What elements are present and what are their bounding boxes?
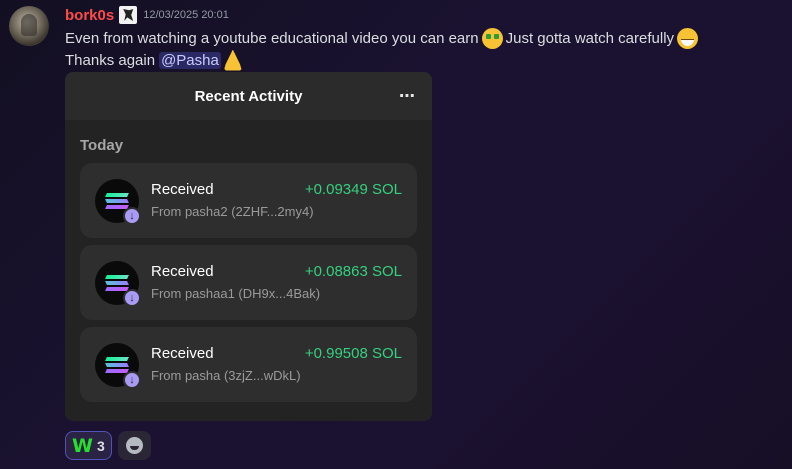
card-header: Recent Activity ⋯	[65, 72, 432, 120]
user-mention[interactable]: @Pasha	[159, 51, 221, 69]
activity-title: Received	[151, 263, 214, 280]
money-mouth-face-emoji-icon	[481, 27, 503, 49]
activity-title: Received	[151, 181, 214, 198]
w-emoji-icon: W	[72, 434, 93, 457]
message-line-2: Thanks again @Pasha	[65, 49, 245, 71]
message-text-part-1: Even from watching a youtube educational…	[65, 29, 479, 47]
activity-row: ↓ Received +0.99508 SOL From pasha (3zjZ…	[80, 327, 417, 402]
received-arrow-icon: ↓	[123, 289, 141, 307]
message-text-part-2: Just gotta watch carefully	[505, 29, 675, 47]
activity-row: ↓ Received +0.09349 SOL From pasha2 (2ZH…	[80, 163, 417, 238]
reaction-count: 3	[96, 437, 105, 454]
activity-row: ↓ Received +0.08863 SOL From pashaa1 (DH…	[80, 245, 417, 320]
recent-activity-screenshot[interactable]: Recent Activity ⋯ Today ↓ Received +0.09…	[65, 72, 432, 421]
activity-amount: +0.99508 SOL	[304, 345, 402, 362]
folded-hands-emoji-icon	[223, 49, 242, 71]
message-text-thanks: Thanks again	[65, 51, 156, 69]
activity-title: Received	[151, 345, 214, 362]
grinning-face-emoji-icon	[677, 27, 699, 49]
section-label-today: Today	[80, 137, 124, 154]
solana-token-icon: ↓	[95, 261, 141, 307]
activity-amount: +0.09349 SOL	[304, 181, 402, 198]
activity-amount: +0.08863 SOL	[304, 263, 402, 280]
role-badge-icon[interactable]	[119, 6, 138, 24]
solana-token-icon: ↓	[95, 179, 141, 225]
message-line-1: Even from watching a youtube educational…	[65, 27, 701, 49]
smiley-add-reaction-icon	[125, 437, 143, 454]
reactions-bar: W 3	[65, 431, 151, 460]
user-avatar[interactable]	[9, 6, 49, 46]
activity-from: From pashaa1 (DH9x...4Bak)	[151, 286, 321, 301]
solana-token-icon: ↓	[95, 343, 141, 389]
more-options-icon: ⋯	[399, 88, 416, 105]
message-header: bork0s 12/03/2025 20:01	[65, 6, 229, 24]
received-arrow-icon: ↓	[123, 207, 141, 225]
card-title: Recent Activity	[194, 87, 303, 105]
username[interactable]: bork0s	[65, 7, 114, 24]
activity-from: From pasha (3zjZ...wDkL)	[151, 368, 301, 383]
received-arrow-icon: ↓	[123, 371, 141, 389]
reaction-w[interactable]: W 3	[65, 431, 112, 460]
message-timestamp: 12/03/2025 20:01	[143, 9, 229, 21]
activity-from: From pasha2 (2ZHF...2my4)	[151, 204, 314, 219]
add-reaction-button[interactable]	[117, 431, 151, 460]
chat-message: bork0s 12/03/2025 20:01 Even from watchi…	[0, 0, 792, 469]
